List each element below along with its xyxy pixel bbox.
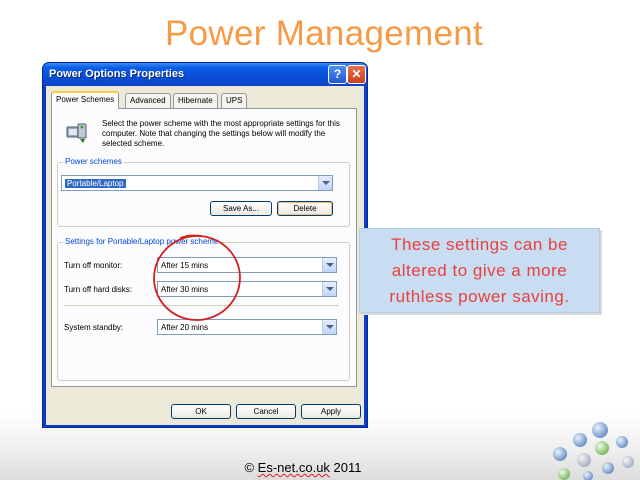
chevron-down-icon[interactable] [318, 176, 332, 190]
footer: © Es-net.co.uk 2011 [0, 460, 606, 475]
close-button[interactable]: ✕ [347, 65, 366, 84]
tab-ups[interactable]: UPS [221, 93, 248, 108]
monitor-label: Turn off monitor: [64, 261, 123, 270]
hard-disks-label: Turn off hard disks: [64, 285, 133, 294]
chevron-down-icon[interactable] [322, 282, 336, 296]
standby-label: System standby: [64, 323, 124, 332]
power-scheme-select[interactable]: Portable/Laptop [61, 175, 333, 191]
delete-button[interactable]: Delete [277, 201, 333, 216]
help-button[interactable]: ? [328, 65, 347, 84]
decorative-dots-icon [553, 422, 634, 480]
annotation-circle [153, 234, 241, 321]
callout-box: These settings can be altered to give a … [359, 228, 600, 313]
cancel-button[interactable]: Cancel [236, 404, 296, 419]
apply-button[interactable]: Apply [301, 404, 361, 419]
power-scheme-value: Portable/Laptop [65, 179, 126, 188]
ok-button[interactable]: OK [171, 404, 231, 419]
footer-site: Es-net.co.uk [257, 460, 330, 475]
save-as-button[interactable]: Save As... [210, 201, 272, 216]
intro-text: Select the power scheme with the most ap… [102, 119, 340, 148]
power-scheme-icon [66, 123, 87, 143]
tab-power-schemes[interactable]: Power Schemes [51, 91, 120, 109]
title-bar[interactable]: Power Options Properties ? ✕ [43, 63, 367, 86]
help-icon: ? [333, 67, 342, 81]
chevron-down-icon[interactable] [322, 258, 336, 272]
tab-advanced[interactable]: Advanced [125, 93, 171, 108]
chevron-down-icon[interactable] [322, 320, 336, 334]
footer-year: 2011 [329, 460, 362, 475]
power-schemes-group: Power schemes Portable/Laptop Save As...… [57, 157, 350, 227]
power-schemes-group-label: Power schemes [63, 157, 124, 166]
tab-hibernate[interactable]: Hibernate [173, 93, 218, 108]
slide-title: Power Management [164, 14, 484, 53]
callout-line-1: These settings can be [391, 235, 568, 254]
callout-line-2: altered to give a more [391, 261, 568, 280]
callout-line-3: ruthless power saving. [389, 287, 570, 306]
close-icon: ✕ [351, 67, 362, 81]
footer-prefix: © [244, 460, 258, 475]
window-title: Power Options Properties [49, 68, 185, 80]
